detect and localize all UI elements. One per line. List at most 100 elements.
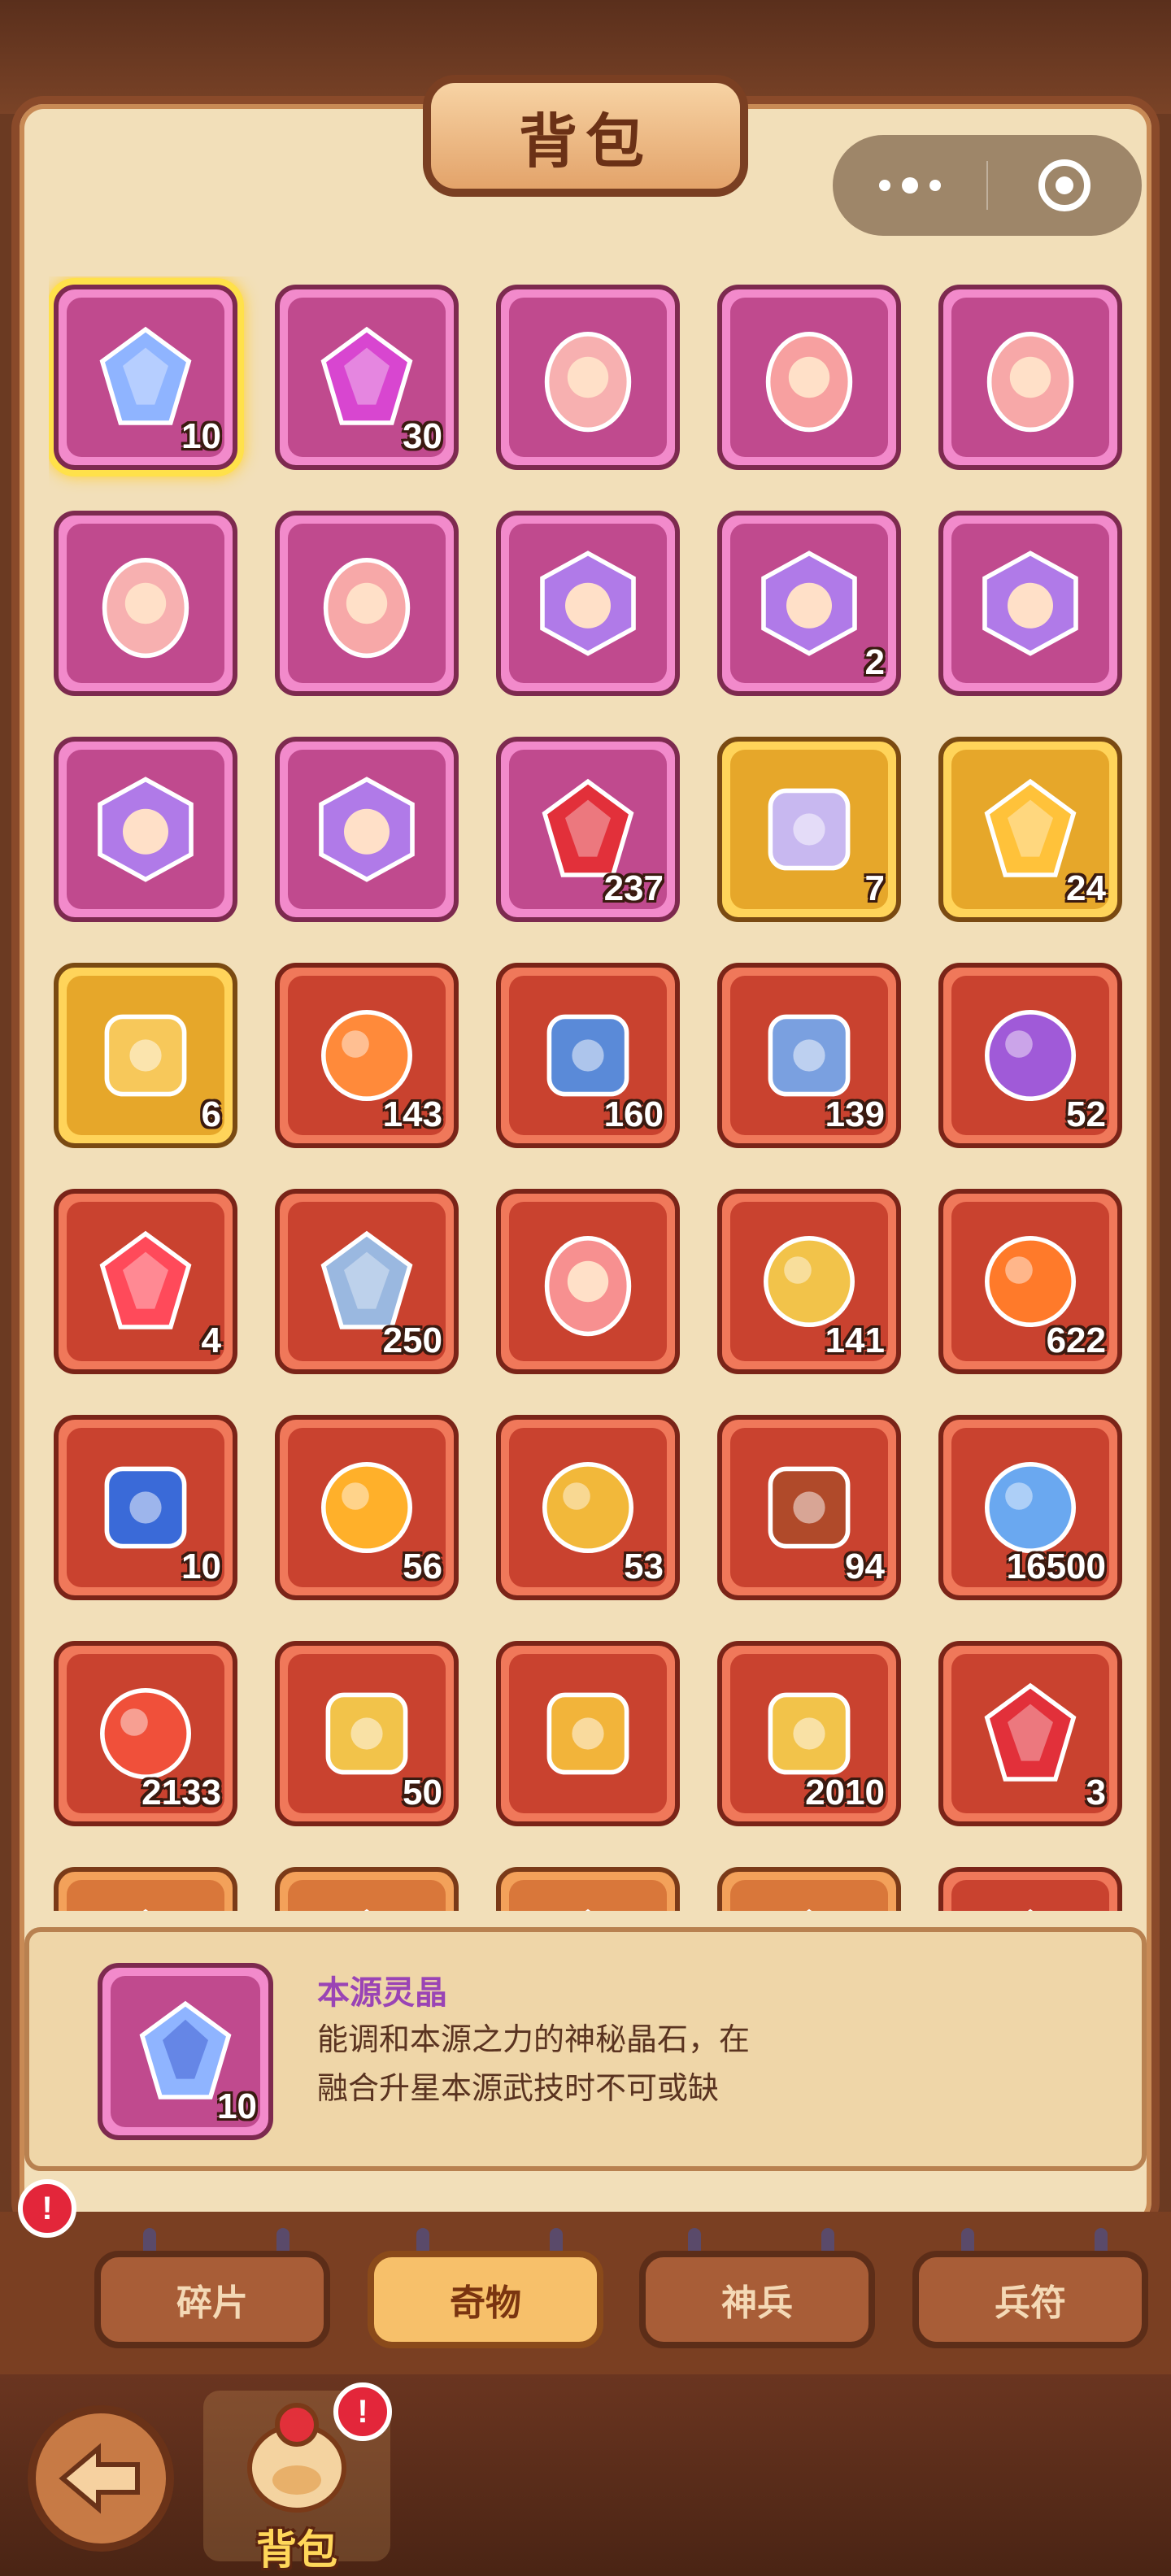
detail-item-slot: 10 — [98, 1963, 273, 2140]
inventory-slot[interactable] — [496, 1189, 680, 1374]
inventory-slot[interactable]: 52 — [938, 963, 1122, 1148]
inventory-slot[interactable] — [496, 285, 680, 470]
item-count: 53 — [624, 1547, 664, 1586]
hero-egg-icon — [765, 332, 853, 433]
item-count: 50 — [403, 1773, 442, 1812]
item-count: 2133 — [141, 1773, 221, 1812]
inventory-slot[interactable] — [54, 511, 237, 696]
partial-item-icon — [1027, 1908, 1034, 1911]
inventory-slot[interactable]: 6 — [54, 963, 237, 1148]
inventory-slot[interactable] — [275, 737, 459, 922]
hero-gem-icon — [98, 777, 194, 882]
item-count: 237 — [603, 868, 664, 908]
item-count: 143 — [382, 1094, 442, 1134]
inventory-slot[interactable]: 10 — [54, 285, 237, 470]
tab-label: 神兵 — [721, 2282, 793, 2324]
detail-item-description: 能调和本源之力的神秘晶石，在 融合升星本源武技时不可或缺 — [317, 2015, 1049, 2113]
item-count: 10 — [181, 416, 221, 456]
inventory-slot[interactable] — [938, 511, 1122, 696]
item-count: 10 — [181, 1547, 221, 1586]
inventory-slot[interactable]: 139 — [717, 963, 901, 1148]
inventory-slot[interactable]: 622 — [938, 1189, 1122, 1374]
inventory-slot[interactable] — [54, 1867, 237, 1911]
detail-item-count: 10 — [217, 2086, 257, 2126]
hero-gem-icon — [540, 550, 636, 656]
tab-fragments[interactable]: 碎片 — [94, 2251, 330, 2348]
item-grid: 10 30 2 237 7 24 6 143 160 139 52 4 250 141 622 10 56 53 9… — [49, 276, 1130, 1911]
item-count: 24 — [1066, 868, 1106, 908]
inventory-slot[interactable]: 94 — [717, 1415, 901, 1600]
tab-label: 碎片 — [176, 2282, 248, 2324]
tab-tallies[interactable]: 兵符 — [912, 2251, 1148, 2348]
item-count: 3 — [1086, 1773, 1106, 1812]
item-count: 160 — [603, 1094, 664, 1134]
inventory-slot[interactable]: 2133 — [54, 1641, 237, 1826]
inventory-slot[interactable] — [275, 1867, 459, 1911]
dot-icon — [929, 180, 941, 191]
scroll-gold-icon — [104, 1014, 187, 1097]
inventory-slot[interactable]: 7 — [717, 737, 901, 922]
inventory-slot[interactable]: 2 — [717, 511, 901, 696]
inventory-slot[interactable] — [717, 1867, 901, 1911]
item-count: 94 — [845, 1547, 885, 1586]
mini-program-capsule — [833, 135, 1142, 236]
inventory-slot[interactable] — [496, 1641, 680, 1826]
notification-badge: ! — [333, 2382, 392, 2441]
inventory-slot[interactable]: 160 — [496, 963, 680, 1148]
inventory-slot[interactable] — [54, 737, 237, 922]
arrow-left-icon — [59, 2443, 140, 2514]
inventory-slot[interactable] — [938, 285, 1122, 470]
red-stone-icon — [99, 1230, 192, 1329]
item-count: 30 — [403, 416, 442, 456]
item-count: 139 — [825, 1094, 885, 1134]
hero-gem-icon — [982, 550, 1078, 656]
bottom-bar — [0, 2374, 1171, 2576]
partial-item-icon — [585, 1908, 591, 1911]
item-count: 250 — [382, 1321, 442, 1360]
golden-token-icon — [546, 1692, 629, 1775]
back-button[interactable] — [28, 2405, 174, 2552]
inventory-slot[interactable] — [496, 1867, 680, 1911]
red-jewel-icon — [984, 1682, 1077, 1782]
inventory-slot[interactable]: 56 — [275, 1415, 459, 1600]
inventory-slot[interactable]: 30 — [275, 285, 459, 470]
inventory-slot[interactable] — [938, 1867, 1122, 1911]
item-count: 6 — [201, 1094, 221, 1134]
inventory-slot[interactable]: 143 — [275, 963, 459, 1148]
inventory-slot[interactable]: 2010 — [717, 1641, 901, 1826]
inventory-slot[interactable]: 3 — [938, 1641, 1122, 1826]
tab-weapons[interactable]: 神兵 — [639, 2251, 875, 2348]
item-count: 622 — [1046, 1321, 1106, 1360]
hero-gem-icon — [319, 777, 415, 882]
hero-gem-icon — [761, 550, 857, 656]
more-menu-button[interactable] — [833, 135, 986, 236]
inventory-slot[interactable] — [275, 511, 459, 696]
hero-egg-icon — [544, 1236, 632, 1337]
hero-egg-icon — [102, 558, 189, 659]
inventory-slot[interactable] — [717, 285, 901, 470]
inventory-slot[interactable]: 250 — [275, 1189, 459, 1374]
inventory-slot[interactable]: 50 — [275, 1641, 459, 1826]
inventory-slot[interactable]: 4 — [54, 1189, 237, 1374]
hero-egg-icon — [544, 332, 632, 433]
inventory-slot[interactable] — [496, 511, 680, 696]
inventory-slot[interactable]: 141 — [717, 1189, 901, 1374]
inventory-slot[interactable]: 237 — [496, 737, 680, 922]
tab-curios[interactable]: 奇物 — [368, 2251, 603, 2348]
inventory-slot[interactable]: 53 — [496, 1415, 680, 1600]
cards-icon — [768, 788, 851, 871]
tab-label: 兵符 — [995, 2282, 1066, 2324]
item-count: 2010 — [805, 1773, 885, 1812]
item-count: 141 — [825, 1321, 885, 1360]
item-count: 16500 — [1006, 1547, 1106, 1586]
hero-egg-icon — [323, 558, 411, 659]
inventory-slot[interactable]: 10 — [54, 1415, 237, 1600]
partial-item-icon — [806, 1908, 812, 1911]
inventory-slot[interactable]: 16500 — [938, 1415, 1122, 1600]
close-mini-program-button[interactable] — [988, 135, 1142, 236]
partial-item-icon — [363, 1908, 370, 1911]
description-line: 融合升星本源武技时不可或缺 — [317, 2070, 720, 2106]
partial-item-icon — [142, 1908, 149, 1911]
inventory-slot[interactable]: 24 — [938, 737, 1122, 922]
item-count: 52 — [1066, 1094, 1106, 1134]
